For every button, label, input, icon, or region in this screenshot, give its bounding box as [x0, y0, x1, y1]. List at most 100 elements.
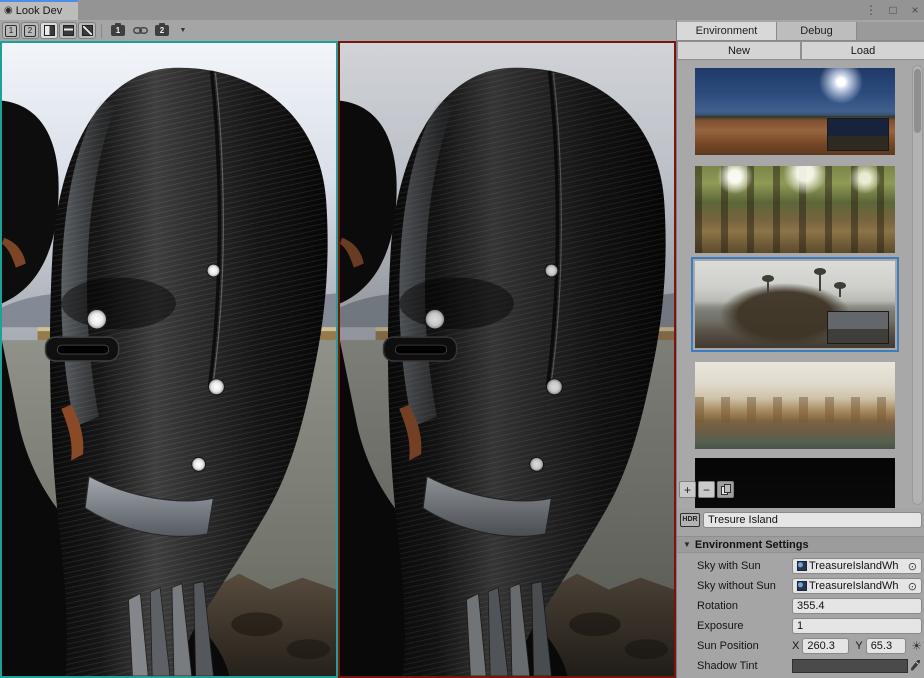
- sun-position-y-field[interactable]: 65.3: [866, 638, 906, 654]
- single-view-1-button[interactable]: 1: [2, 22, 20, 39]
- split-screen-icon: [63, 25, 74, 36]
- close-icon[interactable]: ×: [908, 1, 922, 19]
- camera-1-icon: 1: [111, 25, 125, 36]
- camera-dropdown-arrow[interactable]: ▼: [174, 22, 192, 39]
- hdr-name-row: HDR Tresure Island: [680, 510, 922, 529]
- sun-picker-icon[interactable]: ☀: [911, 640, 922, 652]
- tab-debug[interactable]: Debug: [777, 22, 857, 40]
- hdri-inset-preview: [827, 118, 889, 151]
- maximize-icon[interactable]: □: [886, 1, 900, 19]
- camera-2-icon: 2: [155, 25, 169, 36]
- setting-row-sun-position: Sun Position X 260.3 Y 65.3 ☀: [677, 636, 924, 656]
- rotation-field[interactable]: 355.4: [792, 598, 922, 614]
- shadow-tint-swatch[interactable]: [792, 659, 908, 673]
- hdri-name-value: Tresure Island: [708, 514, 778, 526]
- render-scene: [340, 43, 674, 676]
- toolbar-separator: [101, 24, 102, 38]
- sun-position-x-value: 260.3: [807, 640, 835, 652]
- setting-row-rotation: Rotation 355.4: [677, 596, 924, 616]
- palm-tree: [819, 273, 821, 291]
- duplicate-icon: [721, 484, 731, 495]
- link-cameras-button[interactable]: [130, 22, 150, 39]
- lookdev-view-1[interactable]: [0, 41, 338, 678]
- hdri-list: + −: [677, 61, 924, 508]
- split-screen-view-button[interactable]: [59, 22, 77, 39]
- texture-icon: [797, 561, 807, 571]
- setting-row-exposure: Exposure 1: [677, 616, 924, 636]
- lookdev-viewport: [0, 41, 676, 678]
- setting-label: Shadow Tint: [697, 660, 758, 672]
- setting-label: Sky with Sun: [697, 560, 761, 572]
- object-picker-icon[interactable]: ⊙: [908, 560, 917, 573]
- rotation-value: 355.4: [797, 600, 825, 612]
- eye-icon: ◉: [4, 6, 13, 16]
- setting-row-sky-without-sun: Sky without Sun TreasureIslandWh ⊙: [677, 576, 924, 596]
- palm-tree: [767, 280, 769, 294]
- sun-position-x-field[interactable]: 260.3: [802, 638, 849, 654]
- new-button[interactable]: New: [677, 41, 801, 60]
- environment-settings-header[interactable]: ▼ Environment Settings: [677, 536, 924, 553]
- foldout-icon: ▼: [683, 540, 691, 549]
- zone-view-button[interactable]: [78, 22, 96, 39]
- environment-settings-rows: Sky with Sun TreasureIslandWh ⊙ Sky with…: [677, 556, 924, 676]
- lookdev-window: ◉ Look Dev ⋮ □ × 1 2 1: [0, 0, 924, 678]
- eyedropper-icon[interactable]: [909, 659, 921, 672]
- camera-2-button[interactable]: 2: [152, 22, 172, 39]
- scrollbar-thumb[interactable]: [914, 69, 921, 133]
- exposure-field[interactable]: 1: [792, 618, 922, 634]
- setting-label: Exposure: [697, 620, 743, 632]
- lookdev-view-2[interactable]: [338, 41, 676, 678]
- setting-row-shadow-tint: Shadow Tint: [677, 656, 924, 676]
- window-tab-title: Look Dev: [16, 5, 62, 17]
- object-field-value: TreasureIslandWh: [809, 580, 906, 592]
- single-view-2-button[interactable]: 2: [21, 22, 39, 39]
- side-by-side-view-button[interactable]: [40, 22, 58, 39]
- tab-look-dev[interactable]: ◉ Look Dev: [0, 0, 78, 20]
- environment-settings-title: Environment Settings: [695, 539, 809, 551]
- hdri-thumbnail-treasure-island[interactable]: [695, 261, 895, 348]
- hdri-list-actions: + −: [679, 481, 736, 498]
- texture-icon: [797, 581, 807, 591]
- hdri-inset-preview: [827, 311, 889, 344]
- single-view-2-icon: 2: [24, 25, 36, 37]
- palm-tree: [839, 287, 841, 297]
- tab-debug-label: Debug: [800, 25, 832, 37]
- object-picker-icon[interactable]: ⊙: [908, 580, 917, 593]
- exposure-value: 1: [797, 620, 803, 632]
- sun-position-y-value: 65.3: [871, 640, 892, 652]
- y-axis-label: Y: [855, 640, 862, 652]
- camera-1-button[interactable]: 1: [108, 22, 128, 39]
- panel-tabs: Environment Debug: [677, 22, 924, 41]
- hdri-name-field[interactable]: Tresure Island: [703, 512, 922, 528]
- hdri-thumbnail-church[interactable]: [695, 362, 895, 449]
- setting-label: Sky without Sun: [697, 580, 776, 592]
- environment-actions: New Load: [677, 41, 924, 60]
- object-field-value: TreasureIslandWh: [809, 560, 906, 572]
- load-button[interactable]: Load: [801, 41, 924, 60]
- sky-with-sun-field[interactable]: TreasureIslandWh ⊙: [792, 558, 922, 574]
- hdri-list-scrollbar[interactable]: [912, 65, 923, 505]
- hdr-badge-icon: HDR: [680, 513, 700, 527]
- render-scene: [2, 43, 336, 676]
- x-axis-label: X: [792, 640, 799, 652]
- setting-label: Rotation: [697, 600, 738, 612]
- sky-without-sun-field[interactable]: TreasureIslandWh ⊙: [792, 578, 922, 594]
- lookdev-toolbar: 1 2 1 2 ▼: [0, 20, 676, 41]
- zone-split-icon: [82, 25, 93, 36]
- hdri-thumbnail-forest[interactable]: [695, 166, 895, 253]
- setting-label: Sun Position: [697, 640, 759, 652]
- setting-row-sky-with-sun: Sky with Sun TreasureIslandWh ⊙: [677, 556, 924, 576]
- duplicate-hdri-button[interactable]: [717, 481, 734, 498]
- single-view-1-icon: 1: [5, 25, 17, 37]
- environment-panel: Environment Debug New Load: [676, 20, 924, 678]
- tab-environment[interactable]: Environment: [677, 22, 777, 40]
- sun-position-fields: X 260.3 Y 65.3 ☀: [792, 638, 922, 654]
- titlebar: ◉ Look Dev ⋮ □ ×: [0, 0, 924, 21]
- link-icon: [133, 26, 148, 35]
- window-controls: ⋮ □ ×: [864, 1, 922, 19]
- side-by-side-icon: [44, 25, 55, 36]
- hdri-thumbnail-outback[interactable]: [695, 68, 895, 155]
- remove-hdri-button[interactable]: −: [698, 481, 715, 498]
- add-hdri-button[interactable]: +: [679, 481, 696, 498]
- window-menu-icon[interactable]: ⋮: [864, 1, 878, 19]
